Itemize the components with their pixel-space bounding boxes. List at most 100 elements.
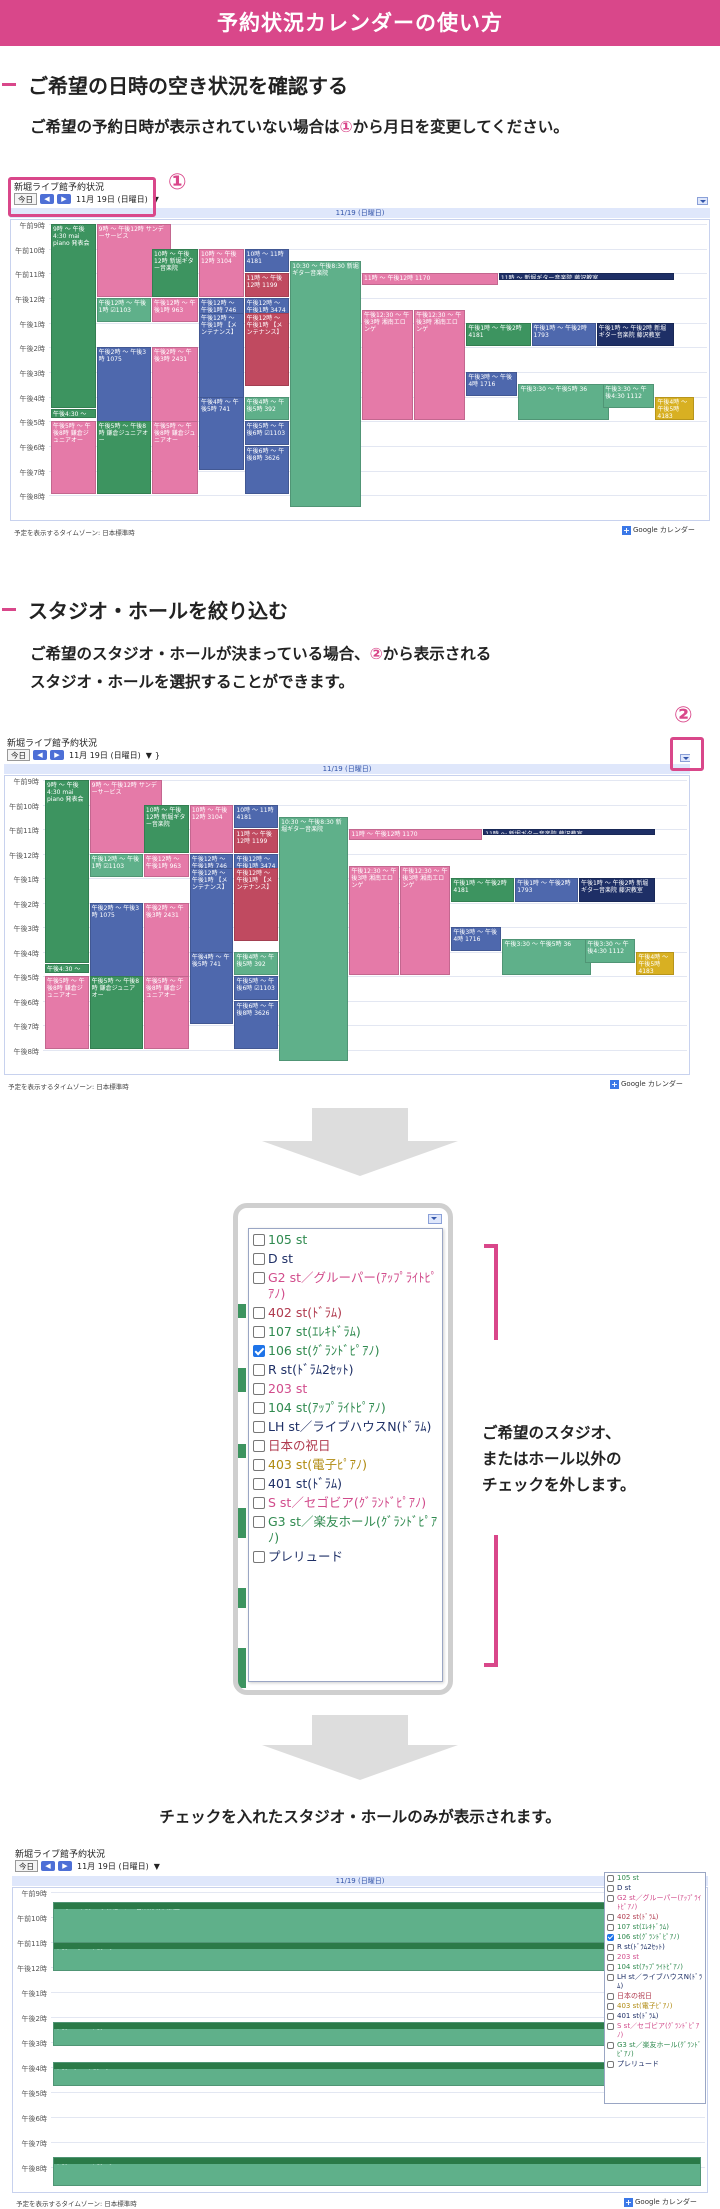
filter-option[interactable]: 403 st(電子ﾋﾟｱﾉ) <box>253 1457 438 1473</box>
calendar-event[interactable]: 午後3時 ～ 午後4時 1716 <box>466 372 518 396</box>
checkbox[interactable] <box>253 1402 265 1414</box>
checkbox[interactable] <box>253 1478 265 1490</box>
calendar-event[interactable]: 午後12:30 ～ 午後3時 湘南エロンゲ <box>362 310 414 421</box>
filter-option[interactable]: 401 st(ﾄﾞﾗﾑ) <box>253 1476 438 1492</box>
checkbox[interactable] <box>607 1914 614 1921</box>
calendar-event[interactable]: 午後4時 ～ 午後5時 392 <box>234 951 279 975</box>
checkbox[interactable] <box>607 1924 614 1931</box>
next-day-button[interactable]: ▶ <box>50 750 64 760</box>
checkbox[interactable] <box>607 1974 614 1981</box>
checkbox[interactable] <box>253 1459 265 1471</box>
calendar-event[interactable]: 11時 ～ 午後12時 1170 <box>349 829 483 841</box>
calendar-event[interactable]: 11時 ～ 新堀ギター音楽院 藤沢教室 <box>483 829 655 836</box>
filter-option[interactable]: D st <box>253 1251 438 1267</box>
filter-option[interactable]: 106 st(ｸﾞﾗﾝﾄﾞﾋﾟｱﾉ) <box>253 1343 438 1359</box>
google-calendar-link[interactable]: + Google カレンダー <box>624 2197 697 2207</box>
prev-day-button[interactable]: ◀ <box>33 750 47 760</box>
google-calendar-link[interactable]: + Google カレンダー <box>622 525 695 535</box>
filter-option[interactable]: S st／セゴビア(ｸﾞﾗﾝﾄﾞﾋﾟｱﾉ) <box>253 1495 438 1511</box>
checkbox[interactable] <box>253 1253 265 1265</box>
filter-option[interactable]: 日本の祝日 <box>607 1992 703 2001</box>
checkbox[interactable] <box>607 1875 614 1882</box>
filter-option[interactable]: G3 st／楽友ホール(ｸﾞﾗﾝﾄﾞﾋﾟｱﾉ) <box>253 1514 438 1546</box>
calendar-event[interactable]: 11時 ～ 新堀ギター音楽院 藤沢教室 <box>498 273 674 280</box>
checkbox[interactable] <box>607 1885 614 1892</box>
filter-option[interactable]: 107 st(ｴﾚｷﾄﾞﾗﾑ) <box>607 1923 703 1932</box>
checkbox[interactable] <box>253 1497 265 1509</box>
checkbox[interactable] <box>253 1383 265 1395</box>
calendar-event[interactable]: 10:30 ～ 午後8:30 新堀ギター音楽院 <box>279 816 349 1061</box>
filter-option[interactable]: プレリュード <box>607 2060 703 2069</box>
filter-option[interactable]: プレリュード <box>253 1549 438 1565</box>
calendar-event[interactable]: 11時 ～ 午後12時 1199 <box>234 829 279 853</box>
calendar-event[interactable]: 午後12:30 ～ 午後3時 湘南エロンゲ <box>414 310 466 421</box>
calendar-event[interactable]: 午後3:30 ～ 午後4:30 1112 <box>603 384 655 408</box>
calendar-event[interactable]: 午後3:30 ～ 午後5時 36 <box>502 939 591 975</box>
calendar-event[interactable]: 午後12:30 ～ 午後3時 湘南エロンゲ <box>349 865 400 975</box>
calendar-event[interactable]: 午後5時 ～ 午後8時 鎌倉ジュニアオー <box>143 976 189 1049</box>
calendar-event[interactable]: 10時 ～ 11時 4181 <box>234 804 279 828</box>
filter-option[interactable]: 402 st(ﾄﾞﾗﾑ) <box>253 1305 438 1321</box>
calendar-event[interactable]: 10時 ～ 午後12時 3104 <box>189 804 234 853</box>
filter-option[interactable]: 203 st <box>607 1953 703 1962</box>
filter-option[interactable]: D st <box>607 1884 703 1893</box>
filter-option[interactable]: 403 st(電子ﾋﾟｱﾉ) <box>607 2002 703 2011</box>
filter-option[interactable]: G3 st／楽友ホール(ｸﾞﾗﾝﾄﾞﾋﾟｱﾉ) <box>607 2041 703 2059</box>
filter-option[interactable]: 104 st(ｱｯﾌﾟﾗｲﾄﾋﾟｱﾉ) <box>253 1400 438 1416</box>
calendar-event[interactable]: 午後5時 ～ 午後8時 鎌倉ジュニアオー <box>89 976 143 1049</box>
calendar-event[interactable]: 10時 ～ 午後12時 3104 <box>199 248 244 297</box>
filter-option[interactable]: 104 st(ｱｯﾌﾟﾗｲﾄﾋﾟｱﾉ) <box>607 1963 703 1972</box>
google-calendar-link[interactable]: + Google カレンダー <box>610 1079 683 1089</box>
calendar-event[interactable]: 午後3:30 ～ 午後5時 36 <box>518 384 609 421</box>
checkbox[interactable] <box>607 2023 614 2030</box>
checkbox[interactable] <box>253 1272 265 1284</box>
filter-option[interactable]: 402 st(ﾄﾞﾗﾑ) <box>607 1913 703 1922</box>
calendar-event[interactable]: 午後1時 ～ 午後2時 新堀ギター音楽院 藤沢教室 <box>579 878 655 902</box>
calendar-event[interactable]: 午後8:30 ～ 午後9時 2054 <box>53 2157 701 2186</box>
calendar-event[interactable]: 午後1時 ～ 午後2時 1793 <box>515 878 578 902</box>
calendar-event[interactable]: 午後5時 ～ 午後6時 ☑1103 <box>234 976 279 1000</box>
filter-option[interactable]: 107 st(ｴﾚｷﾄﾞﾗﾑ) <box>253 1324 438 1340</box>
calendar-event[interactable]: 午後4時 ～ 午後5時 4183 <box>636 951 674 975</box>
calendar-event[interactable]: 10時 ～ 11時 4181 <box>244 248 290 273</box>
filter-option[interactable]: 日本の祝日 <box>253 1438 438 1454</box>
checkbox[interactable] <box>607 2003 614 2010</box>
date-picker[interactable]: 11月 19日 (日曜日) <box>69 750 141 761</box>
calendar-event[interactable]: 午後4時 ～ 午後5時 741 <box>199 396 244 470</box>
calendar-event[interactable]: 10時 ～ 午後12時 新堀ギター音楽院 <box>143 804 189 853</box>
filter-option[interactable]: R st(ﾄﾞﾗﾑ2ｾｯﾄ) <box>607 1943 703 1952</box>
checkbox[interactable] <box>607 2042 614 2049</box>
calendar-event[interactable]: 午後5時 ～ 午後8時 鎌倉ジュニアオー <box>96 421 152 495</box>
calendar-event[interactable]: 午後5時 ～ 午後8時 鎌倉ジュニアオー <box>152 421 198 495</box>
checkbox[interactable] <box>607 1964 614 1971</box>
calendar-event[interactable]: 午後4時 ～ 午後5時 4183 <box>655 396 694 421</box>
filter-option[interactable]: 106 st(ｸﾞﾗﾝﾄﾞﾋﾟｱﾉ) <box>607 1933 703 1942</box>
date-picker[interactable]: 11月 19日 (日曜日) <box>77 1861 149 1872</box>
calendar-event[interactable]: 11時 ～ 午後12時 1199 <box>244 273 290 297</box>
calendar-event[interactable]: 午後5時 ～ 午後8時 鎌倉ジュニアオー <box>45 976 89 1049</box>
calendar-event[interactable]: 午後1時 ～ 午後2時 4181 <box>451 878 515 902</box>
calendar-event[interactable]: 午後5時 ～ 午後8時 鎌倉ジュニアオー <box>51 421 96 495</box>
today-button[interactable]: 今日 <box>15 1860 38 1872</box>
checkbox[interactable] <box>607 2013 614 2020</box>
today-button[interactable]: 今日 <box>7 749 30 761</box>
checkbox[interactable] <box>253 1234 265 1246</box>
filter-option[interactable]: G2 st／グルーパー(ｱｯﾌﾟﾗｲﾄﾋﾟｱﾉ) <box>253 1270 438 1302</box>
checkbox[interactable] <box>607 1934 614 1941</box>
checkbox[interactable] <box>253 1440 265 1452</box>
calendar-event[interactable]: 午後6時 ～ 午後8時 3626 <box>244 446 290 495</box>
calendar-event[interactable]: 9時 ～ 午後4:30 mai piano 発表会 <box>45 780 89 963</box>
filter-dropdown-button[interactable] <box>428 1214 442 1224</box>
calendar-event[interactable]: 午後6時 ～ 午後8時 3626 <box>234 1000 279 1049</box>
calendar-event[interactable]: 午後4時 ～ 午後5時 392 <box>244 396 290 421</box>
checkbox[interactable] <box>607 1993 614 2000</box>
checkbox[interactable] <box>253 1516 265 1528</box>
prev-day-button[interactable]: ◀ <box>41 1861 55 1871</box>
calendar-event[interactable]: 午後12時 ～ 午後1時 ☑1103 <box>89 853 143 877</box>
calendar-event[interactable]: 午後12:30 ～ 午後3時 湘南エロンゲ <box>400 865 451 975</box>
checkbox[interactable] <box>253 1364 265 1376</box>
checkbox[interactable] <box>253 1326 265 1338</box>
calendar-event[interactable]: 午後3時 ～ 午後4時 1716 <box>451 927 502 951</box>
checkbox[interactable] <box>607 1954 614 1961</box>
calendar-event[interactable]: 午後4時 ～ 午後5時 741 <box>189 951 234 1024</box>
